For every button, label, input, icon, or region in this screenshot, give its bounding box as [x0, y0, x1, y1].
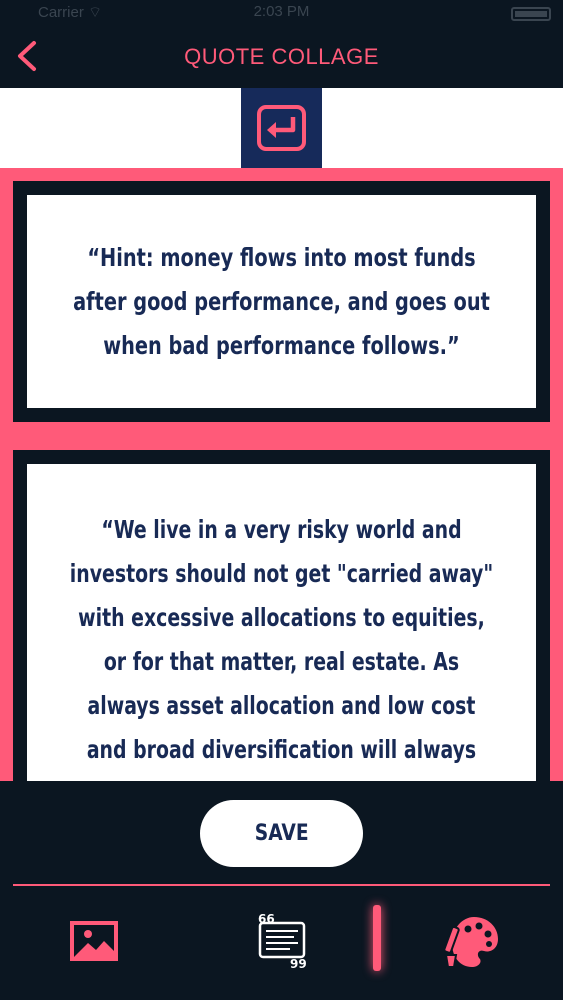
tab-quote[interactable]: 66 99	[252, 911, 312, 971]
quote-text-1: “Hint: money flows into most funds after…	[73, 242, 490, 360]
status-time: 2:03 PM	[253, 3, 310, 20]
quote-text-icon: 66 99	[258, 913, 307, 969]
return-arrow-icon	[257, 105, 306, 151]
bottom-panel: SAVE 66 99	[0, 781, 563, 1000]
toolbar-strip	[0, 88, 563, 168]
quote-card-2: “We live in a very risky world and inves…	[27, 464, 536, 781]
quote-text-2: “We live in a very risky world and inves…	[69, 515, 494, 781]
quote-collage: “Hint: money flows into most funds after…	[0, 168, 563, 781]
swap-layout-button[interactable]	[241, 88, 322, 168]
quote-frame-2[interactable]: “We live in a very risky world and inves…	[13, 450, 550, 781]
svg-text:66: 66	[258, 913, 275, 926]
divider	[13, 884, 550, 886]
svg-text:99: 99	[290, 957, 307, 969]
battery-icon	[511, 7, 551, 21]
save-button[interactable]: SAVE	[200, 800, 363, 867]
quote-card-1: “Hint: money flows into most funds after…	[27, 195, 536, 408]
image-icon	[70, 921, 118, 961]
page-title: QUOTE COLLAGE	[184, 44, 379, 69]
chevron-left-icon	[18, 41, 36, 71]
tab-indicator	[373, 905, 381, 971]
nav-bar: QUOTE COLLAGE	[0, 26, 563, 88]
save-button-label: SAVE	[254, 821, 309, 846]
tab-image[interactable]	[64, 911, 124, 971]
quote-frame-1[interactable]: “Hint: money flows into most funds after…	[13, 181, 550, 422]
palette-brush-icon	[444, 917, 498, 968]
status-bar: Carrier ⌔ 2:03 PM	[0, 0, 563, 26]
back-button[interactable]	[10, 36, 50, 76]
tab-palette[interactable]	[442, 911, 502, 971]
